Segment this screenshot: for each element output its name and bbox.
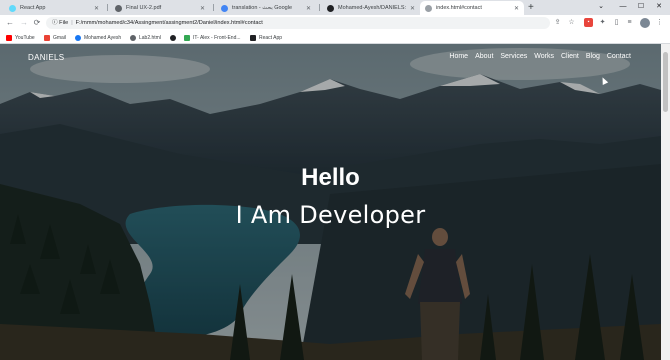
nav-link-works[interactable]: Works — [534, 53, 554, 60]
react-icon — [250, 34, 256, 41]
bookmark-label: Mohamed Ayesh — [84, 34, 122, 41]
site-nav: Home About Services Works Client Blog Co… — [449, 53, 631, 60]
tab-search-icon[interactable]: ⌄ — [590, 0, 612, 14]
hero-subtitle: I Am Developer — [235, 201, 426, 229]
bookmark-label: IT- Alex - Front-End... — [193, 34, 241, 41]
google-favicon-icon — [221, 4, 228, 12]
browser-tab-strip: React App ✕ Final UX-2.pdf ✕ translation… — [0, 0, 670, 15]
nav-link-home[interactable]: Home — [449, 53, 468, 60]
close-icon[interactable]: ✕ — [410, 5, 415, 12]
url-text: F:/mmm/mohamed/c34/Assingment/assingment… — [75, 20, 263, 26]
tab-title: Final UX-2.pdf — [126, 5, 162, 11]
tab-react-app[interactable]: React App ✕ — [4, 1, 104, 15]
address-bar[interactable]: ⓘ File | F:/mmm/mohamed/c34/Assingment/ass… — [46, 17, 550, 29]
bookmark-react-app[interactable]: React App — [250, 33, 282, 42]
file-scheme-label: File — [59, 20, 69, 26]
reading-list-icon[interactable]: ≡ — [625, 18, 634, 27]
nav-link-contact[interactable]: Contact — [607, 53, 631, 60]
extension-icon[interactable]: ▪ — [584, 18, 593, 27]
scrollbar-thumb[interactable] — [663, 52, 668, 112]
github-icon — [170, 34, 176, 41]
extensions-puzzle-icon[interactable]: ✦ — [598, 18, 607, 27]
page-viewport: DANIELS Home About Services Works Client… — [0, 44, 661, 360]
bookmark-star-icon[interactable]: ☆ — [567, 18, 576, 27]
sidebar-panel-icon[interactable]: ▯ — [612, 18, 621, 27]
tab-final-ux[interactable]: Final UX-2.pdf ✕ — [110, 1, 210, 15]
close-window-button[interactable]: ✕ — [648, 0, 670, 14]
bookmark-label: React App — [259, 34, 283, 41]
reload-icon[interactable]: ⟳ — [31, 16, 43, 30]
browser-toolbar: ← → ⟳ ⓘ File | F:/mmm/mohamed/c34/Assingme… — [0, 15, 670, 31]
bookmark-label: YouTube — [15, 34, 35, 41]
profile-avatar[interactable] — [640, 18, 650, 28]
github-favicon-icon — [327, 4, 334, 12]
tab-title: index.html#contact — [436, 5, 482, 11]
tab-index-contact[interactable]: index.html#contact ✕ — [420, 1, 524, 15]
pdf-favicon-icon — [115, 4, 122, 12]
tab-title: translation - بحث Google — [232, 5, 293, 11]
bookmark-gmail[interactable]: Gmail — [44, 33, 66, 42]
bookmark-it-alex[interactable]: IT- Alex - Front-End... — [184, 33, 241, 42]
document-icon — [184, 34, 190, 41]
bookmark-label: Lab2.html — [139, 34, 161, 41]
tab-github[interactable]: Mohamed-Ayesh/DANIELS: It's a ✕ — [322, 1, 420, 15]
forward-arrow-icon[interactable]: → — [18, 16, 30, 30]
nav-link-blog[interactable]: Blog — [586, 53, 600, 60]
bookmark-github[interactable] — [170, 33, 179, 42]
info-icon[interactable]: ⓘ — [52, 20, 58, 26]
tab-translation[interactable]: translation - بحث Google ✕ — [216, 1, 316, 15]
share-icon[interactable]: ⇪ — [553, 18, 562, 27]
close-icon[interactable]: ✕ — [514, 5, 519, 12]
bookmark-lab2[interactable]: Lab2.html — [130, 33, 161, 42]
bookmark-mohamed-ayesh[interactable]: Mohamed Ayesh — [75, 33, 121, 42]
youtube-icon — [6, 34, 12, 41]
tab-title: React App — [20, 5, 46, 11]
site-brand-logo[interactable]: DANIELS — [28, 53, 64, 62]
hero-title: Hello — [301, 164, 360, 191]
nav-link-services[interactable]: Services — [500, 53, 527, 60]
tab-title: Mohamed-Ayesh/DANIELS: It's a — [338, 5, 407, 11]
close-icon[interactable]: ✕ — [94, 5, 99, 12]
gmail-icon — [44, 34, 50, 41]
globe-favicon-icon — [425, 4, 432, 12]
bookmark-youtube[interactable]: YouTube — [6, 33, 35, 42]
facebook-icon — [75, 34, 81, 41]
nav-link-client[interactable]: Client — [561, 53, 579, 60]
new-tab-button[interactable]: + — [528, 1, 534, 14]
page-scrollbar[interactable] — [661, 44, 670, 360]
globe-icon — [130, 34, 136, 41]
menu-kebab-icon[interactable]: ⋮ — [655, 18, 664, 27]
close-icon[interactable]: ✕ — [306, 5, 311, 12]
react-favicon-icon — [9, 4, 16, 12]
close-icon[interactable]: ✕ — [200, 5, 205, 12]
back-arrow-icon[interactable]: ← — [4, 16, 16, 30]
nav-link-about[interactable]: About — [475, 53, 493, 60]
bookmark-label: Gmail — [53, 34, 67, 41]
bookmarks-bar: YouTube Gmail Mohamed Ayesh Lab2.html IT… — [0, 31, 670, 44]
